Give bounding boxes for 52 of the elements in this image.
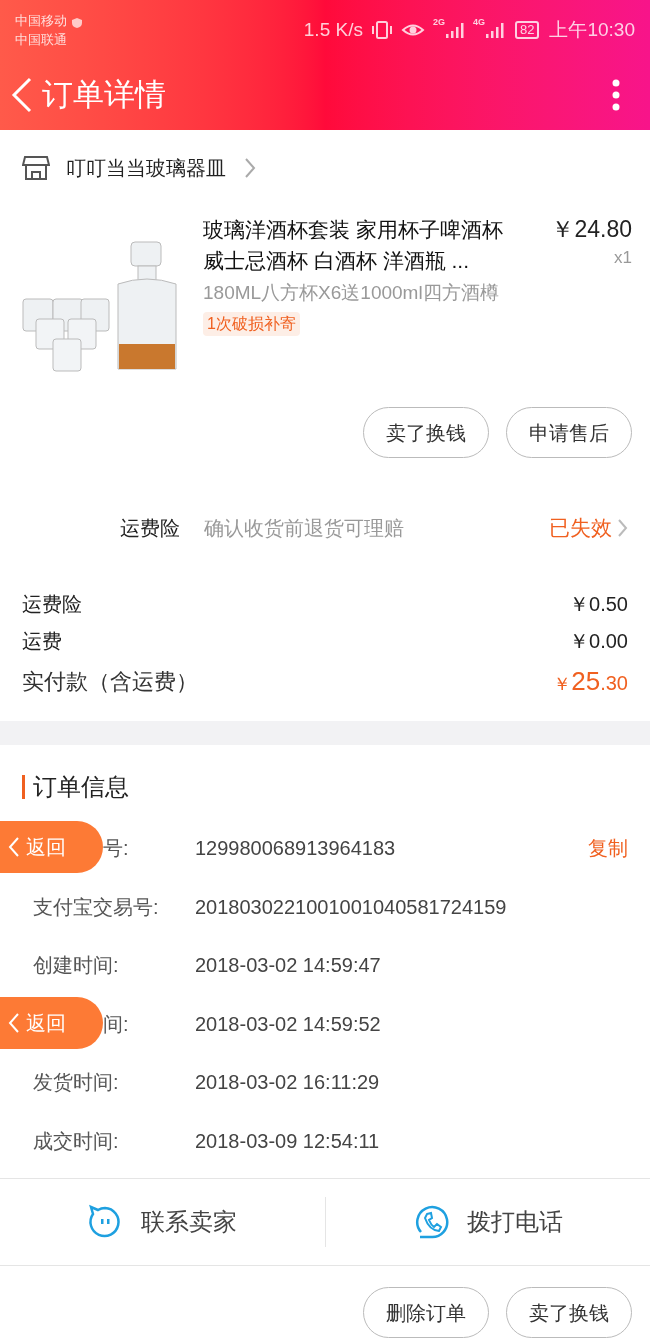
back-icon[interactable]: [10, 75, 34, 115]
action-button[interactable]: 删除订单: [363, 1287, 489, 1338]
store-icon: [22, 155, 50, 181]
chevron-left-icon: [8, 1011, 20, 1034]
info-value: 2018-03-02 14:59:52: [195, 1011, 381, 1037]
chevron-right-icon[interactable]: [244, 157, 256, 179]
section-title: 订单信息: [33, 772, 129, 802]
insurance-description: 确认收货前退货可理赔: [204, 516, 405, 541]
product-price: ￥24.80: [551, 215, 632, 244]
page-title: 订单详情: [42, 75, 166, 114]
network-speed: 1.5 K/s: [303, 17, 363, 42]
shop-name[interactable]: 叮叮当当玻璃器皿: [66, 153, 226, 183]
carrier-name: 中国移动: [15, 12, 67, 30]
carrier-name: 中国联通: [15, 31, 67, 49]
product-quantity: x1: [614, 247, 632, 269]
cost-label: 运费险: [22, 591, 82, 617]
info-label: 创建时间:: [33, 954, 119, 977]
info-value: 2018-03-09 12:54:11: [195, 1128, 380, 1154]
info-value: 2018030221001001040581724159: [195, 894, 507, 920]
clock: 上午10:30: [549, 17, 635, 42]
info-label: 支付宝交易号:: [33, 895, 159, 918]
product-spec: 180ML八方杯X6送1000ml四方酒樽: [203, 281, 500, 305]
network-type: 2G: [432, 16, 445, 29]
info-value: 129980068913964183: [195, 836, 396, 862]
battery-level: 82: [515, 21, 540, 39]
vibrate-icon: [370, 19, 393, 41]
action-button[interactable]: 卖了换钱: [363, 407, 489, 458]
cost-label: 运费: [22, 628, 62, 654]
total-amount: ￥25.30: [553, 664, 628, 698]
network-type: 4G: [472, 16, 485, 29]
info-value: 2018-03-02 14:59:47: [195, 953, 381, 979]
more-icon[interactable]: [612, 79, 620, 111]
service-tag: 1次破损补寄: [203, 312, 300, 336]
info-value: 2018-03-02 16:11:29: [195, 1070, 380, 1096]
contact-button[interactable]: 联系卖家: [0, 1204, 325, 1240]
total-label: 实付款（含运费）: [22, 667, 198, 696]
signal-icon: [485, 21, 505, 39]
signal-icon: [444, 21, 465, 39]
cost-value: ￥0.00: [569, 628, 628, 654]
insurance-label: 运费险: [119, 516, 180, 541]
info-label: 间:: [103, 1012, 129, 1035]
cost-value: ￥0.50: [569, 591, 628, 617]
action-button[interactable]: 申请售后: [506, 407, 632, 458]
info-label: 号:: [103, 837, 129, 860]
product-title[interactable]: 玻璃洋酒杯套装 家用杯子啤酒杯威士忌酒杯 白酒杯 洋酒瓶 ...: [203, 214, 515, 276]
contact-button[interactable]: 拨打电话: [325, 1204, 650, 1240]
action-button[interactable]: 卖了换钱: [506, 1287, 632, 1338]
info-label: 成交时间:: [33, 1129, 119, 1152]
chevron-left-icon: [8, 836, 20, 858]
chevron-right-icon[interactable]: [618, 518, 628, 538]
info-label: 发货时间:: [33, 1071, 119, 1094]
shield-icon: [71, 17, 83, 29]
